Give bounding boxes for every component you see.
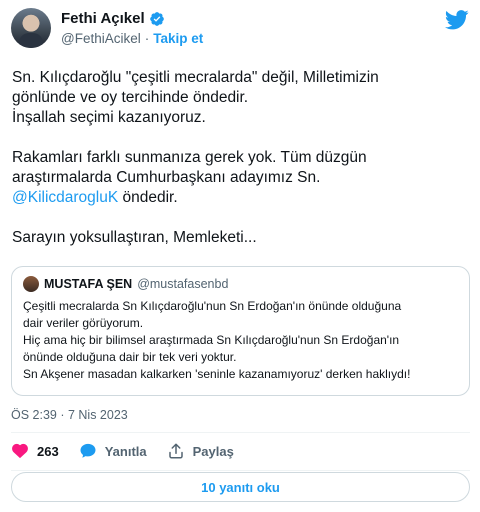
heart-icon xyxy=(12,443,28,459)
mention-link[interactable]: @KilicdarogluK xyxy=(12,189,118,206)
share-button[interactable]: Paylaş xyxy=(167,442,234,460)
tweet-line: Sn. Kılıçdaroğlu "çeşitli mecralarda" de… xyxy=(12,69,379,86)
reply-button[interactable]: Yanıtla xyxy=(79,442,147,460)
quoted-tweet-body: Çeşitli mecralarda Sn Kılıçdaroğlu'nun S… xyxy=(23,298,458,383)
tweet-header: Fethi Açıkel @FethiAcikel · Takip et xyxy=(11,6,471,54)
reply-bubble-icon xyxy=(80,443,96,458)
share-label: Paylaş xyxy=(192,443,234,459)
like-count: 263 xyxy=(37,443,59,459)
quoted-tweet[interactable]: MUSTAFA ŞEN @mustafasenbd Çeşitli mecral… xyxy=(11,266,470,396)
separator-dot: · xyxy=(144,31,150,46)
quoted-line: Hiç ama hiç bir bilimsel araştırmada Sn … xyxy=(23,333,400,347)
tweet-line: gönlünde ve oy tercihinde öndedir. xyxy=(12,89,249,106)
quoted-author-name: MUSTAFA ŞEN xyxy=(44,277,133,291)
quoted-line: Sn Akşener masadan kalkarken 'seninle ka… xyxy=(23,367,411,381)
divider xyxy=(11,432,470,433)
follow-button[interactable]: Takip et xyxy=(153,31,203,46)
author-name-row: Fethi Açıkel xyxy=(61,10,165,27)
divider xyxy=(11,470,470,471)
tweet-line: Rakamları farklı sunmanıza gerek yok. Tü… xyxy=(12,149,367,166)
quoted-author-handle: @mustafasenbd xyxy=(137,277,229,291)
quoted-line: önünde olduğuna dair bir tek veri yoktur… xyxy=(23,350,237,364)
tweet-line[interactable]: Sarayın yoksullaştıran, Memleketi... xyxy=(12,228,468,248)
author-handle[interactable]: @FethiAcikel xyxy=(61,31,141,46)
quoted-line: dair veriler görüyorum. xyxy=(23,316,144,330)
tweet-line: İnşallah seçimi kazanıyoruz. xyxy=(12,109,206,126)
author-name[interactable]: Fethi Açıkel xyxy=(61,10,145,27)
mention-suffix: öndedir. xyxy=(118,189,178,206)
tweet-line: araştırmalarda Cumhurbaşkanı adayımız Sn… xyxy=(12,169,321,186)
reply-label: Yanıtla xyxy=(104,443,147,459)
share-upload-icon xyxy=(168,443,183,459)
twitter-bird-icon[interactable] xyxy=(445,10,469,30)
verified-badge-icon xyxy=(149,11,164,26)
quoted-author-avatar xyxy=(23,276,39,292)
quoted-tweet-header: MUSTAFA ŞEN @mustafasenbd xyxy=(23,276,458,292)
action-bar: 263 Yanıtla Paylaş xyxy=(11,442,234,460)
read-replies-button[interactable]: 10 yanıtı oku xyxy=(11,472,470,502)
tweet-line: @KilicdarogluK öndedir. xyxy=(12,188,468,208)
author-handle-row: @FethiAcikel · Takip et xyxy=(61,31,203,46)
tweet-body: Sn. Kılıçdaroğlu "çeşitli mecralarda" de… xyxy=(12,68,468,248)
author-avatar[interactable] xyxy=(11,8,51,48)
tweet-timestamp[interactable]: ÖS 2:39 · 7 Nis 2023 xyxy=(11,408,128,422)
quoted-line: Çeşitli mecralarda Sn Kılıçdaroğlu'nun S… xyxy=(23,299,402,313)
like-button[interactable]: 263 xyxy=(11,442,59,460)
